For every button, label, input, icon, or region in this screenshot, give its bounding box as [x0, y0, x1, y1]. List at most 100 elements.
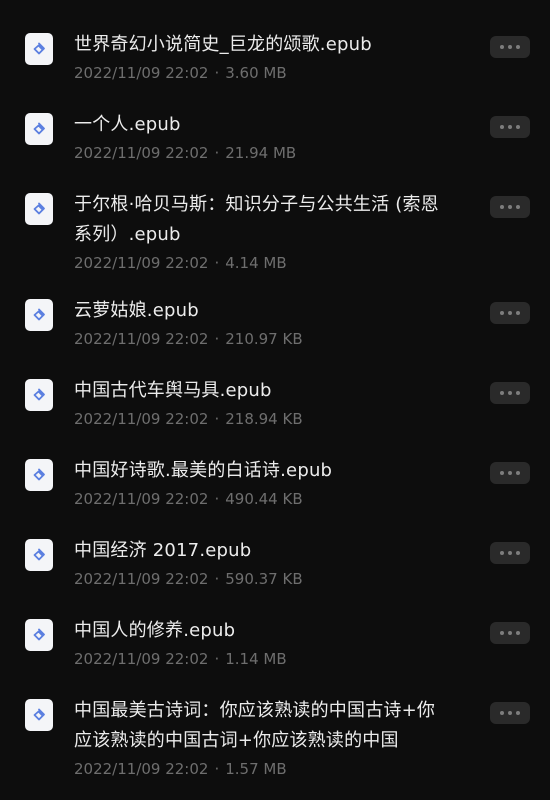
epub-file-icon [25, 539, 53, 571]
more-dot-icon [508, 45, 512, 49]
file-name: 中国人的修养.epub [74, 620, 236, 641]
file-name: 中国古代车舆马具.epub [74, 380, 272, 401]
epub-file-icon [25, 459, 53, 491]
file-list-item[interactable]: 中国古代车舆马具.epub 2022/11/09 22:02 · 218.94 KB [0, 366, 550, 446]
more-dot-icon [516, 311, 520, 315]
more-dot-icon [508, 631, 512, 635]
more-dot-icon [508, 471, 512, 475]
file-size: 1.14 MB [225, 650, 287, 668]
file-list-item[interactable]: 于尔根·哈贝马斯：知识分子与公共生活 (索恩系列）.epub 2022/11/0… [0, 180, 550, 286]
file-name: 中国经济 2017.epub [74, 540, 252, 561]
file-date: 2022/11/09 22:02 [74, 144, 209, 162]
file-date: 2022/11/09 22:02 [74, 570, 209, 588]
epub-file-icon [25, 619, 53, 651]
file-size: 490.44 KB [225, 490, 303, 508]
more-dot-icon [500, 205, 504, 209]
more-options-button[interactable] [490, 36, 530, 58]
more-dot-icon [508, 125, 512, 129]
more-dot-icon [516, 631, 520, 635]
meta-separator: · [214, 760, 220, 778]
more-dot-icon [516, 125, 520, 129]
file-list-item[interactable]: 中国最美古诗词：你应该熟读的中国古诗+你应该熟读的中国古词+你应该熟读的中国 2… [0, 686, 550, 792]
meta-separator: · [214, 64, 220, 82]
meta-separator: · [214, 570, 220, 588]
meta-separator: · [214, 144, 220, 162]
file-meta: 2022/11/09 22:02 · 490.44 KB [74, 486, 450, 512]
file-list-item[interactable]: 云萝姑娘.epub 2022/11/09 22:02 · 210.97 KB [0, 286, 550, 366]
file-date: 2022/11/09 22:02 [74, 330, 209, 348]
more-options-button[interactable] [490, 702, 530, 724]
file-size: 210.97 KB [225, 330, 303, 348]
file-name: 中国最美古诗词：你应该熟读的中国古诗+你应该熟读的中国古词+你应该熟读的中国 [74, 700, 436, 751]
more-dot-icon [508, 205, 512, 209]
more-dot-icon [516, 205, 520, 209]
meta-separator: · [214, 254, 220, 272]
file-date: 2022/11/09 22:02 [74, 760, 209, 778]
epub-file-icon [25, 113, 53, 145]
file-date: 2022/11/09 22:02 [74, 410, 209, 428]
file-list-item[interactable]: 世界奇幻小说简史_巨龙的颂歌.epub 2022/11/09 22:02 · 3.6… [0, 20, 550, 100]
more-dot-icon [516, 391, 520, 395]
file-meta: 2022/11/09 22:02 · 590.37 KB [74, 566, 450, 592]
file-name: 世界奇幻小说简史_巨龙的颂歌.epub [74, 34, 372, 55]
meta-separator: · [214, 410, 220, 428]
file-name: 中国好诗歌.最美的白话诗.epub [74, 460, 333, 481]
more-dot-icon [508, 391, 512, 395]
meta-separator: · [214, 650, 220, 668]
more-options-button[interactable] [490, 542, 530, 564]
more-options-button[interactable] [490, 622, 530, 644]
file-list-item[interactable]: 一个人.epub 2022/11/09 22:02 · 21.94 MB [0, 100, 550, 180]
epub-file-icon [25, 193, 53, 225]
meta-separator: · [214, 490, 220, 508]
file-list: 世界奇幻小说简史_巨龙的颂歌.epub 2022/11/09 22:02 · 3.6… [0, 0, 550, 800]
more-dot-icon [508, 711, 512, 715]
file-size: 3.60 MB [225, 64, 287, 82]
file-date: 2022/11/09 22:02 [74, 64, 209, 82]
meta-separator: · [214, 330, 220, 348]
more-dot-icon [500, 711, 504, 715]
epub-file-icon [25, 699, 53, 731]
file-date: 2022/11/09 22:02 [74, 254, 209, 272]
file-size: 590.37 KB [225, 570, 303, 588]
file-date: 2022/11/09 22:02 [74, 490, 209, 508]
more-options-button[interactable] [490, 382, 530, 404]
file-size: 4.14 MB [225, 254, 287, 272]
more-dot-icon [516, 471, 520, 475]
more-dot-icon [516, 45, 520, 49]
file-name: 于尔根·哈贝马斯：知识分子与公共生活 (索恩系列）.epub [74, 194, 439, 245]
file-meta: 2022/11/09 22:02 · 21.94 MB [74, 140, 450, 166]
file-list-item[interactable]: 中国好诗歌.最美的白话诗.epub 2022/11/09 22:02 · 490.4… [0, 446, 550, 526]
more-dot-icon [500, 45, 504, 49]
file-name: 一个人.epub [74, 114, 181, 135]
more-options-button[interactable] [490, 196, 530, 218]
epub-file-icon [25, 299, 53, 331]
epub-file-icon [25, 379, 53, 411]
file-meta: 2022/11/09 22:02 · 1.14 MB [74, 646, 450, 672]
more-dot-icon [500, 311, 504, 315]
file-list-item[interactable]: 中国经济 2017.epub 2022/11/09 22:02 · 590.37 K… [0, 526, 550, 606]
file-size: 1.57 MB [225, 760, 287, 778]
more-dot-icon [500, 551, 504, 555]
file-meta: 2022/11/09 22:02 · 218.94 KB [74, 406, 450, 432]
more-dot-icon [500, 631, 504, 635]
more-options-button[interactable] [490, 462, 530, 484]
file-size: 21.94 MB [225, 144, 297, 162]
more-dot-icon [500, 125, 504, 129]
file-list-item[interactable]: 中国人的修养.epub 2022/11/09 22:02 · 1.14 MB [0, 606, 550, 686]
more-dot-icon [500, 391, 504, 395]
file-meta: 2022/11/09 22:02 · 210.97 KB [74, 326, 450, 352]
file-date: 2022/11/09 22:02 [74, 650, 209, 668]
more-options-button[interactable] [490, 116, 530, 138]
file-meta: 2022/11/09 22:02 · 4.14 MB [74, 250, 450, 276]
more-options-button[interactable] [490, 302, 530, 324]
epub-file-icon [25, 33, 53, 65]
file-size: 218.94 KB [225, 410, 303, 428]
file-meta: 2022/11/09 22:02 · 3.60 MB [74, 60, 450, 86]
file-name: 云萝姑娘.epub [74, 300, 199, 321]
file-meta: 2022/11/09 22:02 · 1.57 MB [74, 756, 450, 782]
more-dot-icon [516, 551, 520, 555]
more-dot-icon [508, 311, 512, 315]
more-dot-icon [508, 551, 512, 555]
more-dot-icon [516, 711, 520, 715]
more-dot-icon [500, 471, 504, 475]
